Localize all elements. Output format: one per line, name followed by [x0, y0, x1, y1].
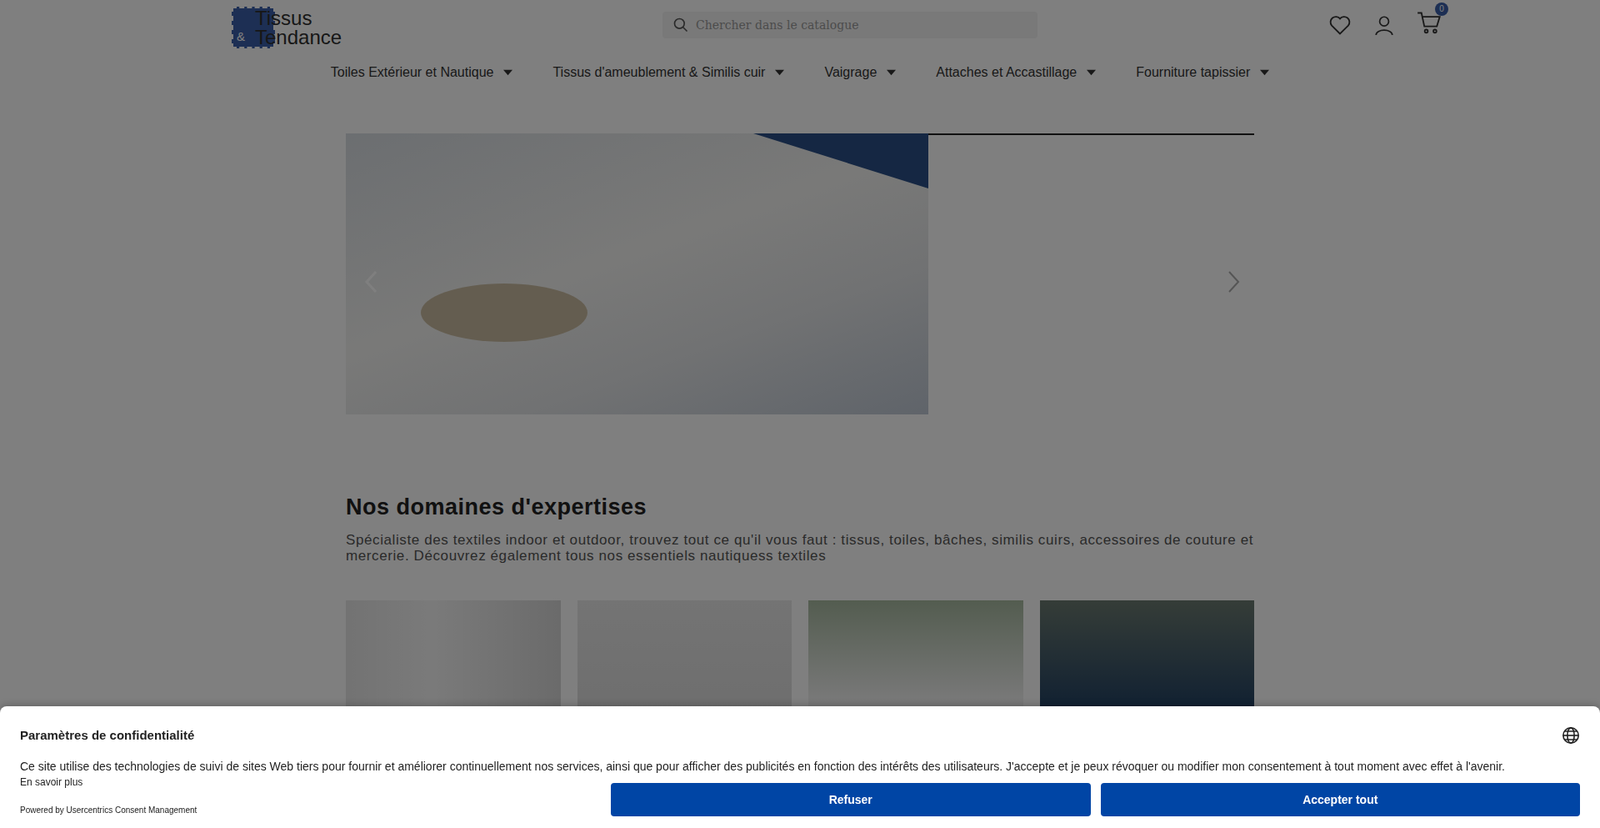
consent-title: Paramètres de confidentialité — [20, 725, 195, 745]
consent-header: Paramètres de confidentialité — [20, 725, 1580, 745]
accept-button[interactable]: Accepter tout — [1100, 782, 1581, 816]
consent-banner: Paramètres de confidentialité Ce site uti… — [0, 705, 1600, 828]
consent-text: Ce site utilise des technologies de suiv… — [20, 759, 1580, 774]
consent-buttons: Refuser Accepter tout — [610, 782, 1580, 816]
learn-more-link[interactable]: En savoir plus — [20, 775, 611, 790]
globe-icon[interactable] — [1561, 725, 1580, 745]
modal-overlay — [0, 0, 1600, 828]
consent-links: En savoir plus Powered by Usercentrics Co… — [20, 775, 611, 816]
powered-by: Powered by Usercentrics Consent Manageme… — [20, 804, 611, 816]
refuse-button[interactable]: Refuser — [610, 782, 1091, 816]
consent-footer: En savoir plus Powered by Usercentrics Co… — [20, 775, 1580, 816]
